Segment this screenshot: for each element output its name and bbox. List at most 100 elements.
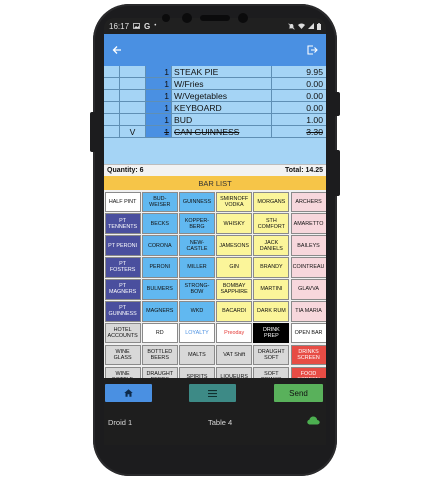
mute-icon	[288, 22, 295, 30]
home-button[interactable]	[105, 384, 152, 402]
app-bar	[104, 34, 326, 66]
order-item: STEAK PIE	[174, 66, 219, 77]
product-button-wine-glass[interactable]: WINE GLASS	[104, 344, 141, 366]
product-button-miller[interactable]: MILLER	[178, 257, 215, 278]
order-price: 9.95	[306, 66, 323, 77]
earpiece	[200, 15, 230, 21]
status-time: 16:17	[109, 21, 130, 31]
product-button-smirnoff-vodka[interactable]: SMIRNOFF VODKA	[216, 191, 253, 213]
order-row[interactable]: 1 BUD 1.00	[104, 114, 326, 126]
product-button-preoday[interactable]: Preoday	[216, 322, 253, 344]
product-button-pt-peroni[interactable]: PT PERONI	[104, 235, 141, 256]
product-button-amaretto[interactable]: AMARETTO	[290, 213, 326, 234]
product-button-wkd[interactable]: WKD	[178, 300, 215, 322]
order-price: 1.00	[306, 114, 323, 125]
product-button-becks[interactable]: BECKS	[141, 213, 178, 234]
product-button-drink-prep[interactable]: DRINK PREP	[253, 322, 290, 344]
product-button-bud-weiser[interactable]: BUD-WEISER	[141, 191, 178, 213]
order-row[interactable]: 1 KEYBOARD 0.00	[104, 102, 326, 114]
order-table: 1 STEAK PIE 9.95 1 W/Fries 0.00 1 W/Vege…	[104, 66, 326, 164]
product-button-strong-bow[interactable]: STRONG-BOW	[178, 279, 215, 300]
product-button-half-pint[interactable]: HALF PINT	[104, 191, 141, 213]
product-button-tia-maria[interactable]: TIA MARIA	[290, 300, 326, 322]
product-button-kopper-berg[interactable]: KOPPER-BERG	[178, 213, 215, 234]
product-button-bulmers[interactable]: BULMERS	[141, 279, 178, 300]
product-button-corona[interactable]: CORONA	[141, 235, 178, 256]
order-row[interactable]: 1 W/Vegetables 0.00	[104, 90, 326, 102]
product-button-guinness[interactable]: GUINNESS	[178, 191, 215, 213]
order-item: W/Fries	[174, 78, 204, 89]
menu-icon	[208, 389, 217, 397]
product-button-loyalty[interactable]: LOYALTY	[178, 322, 215, 344]
footer-bar: Droid 1 Table 4	[104, 407, 326, 443]
product-button-dark-rum[interactable]: DARK RUM	[253, 300, 290, 322]
product-button-pt-tennents[interactable]: PT TENNENTS	[104, 213, 141, 234]
product-button-pt-fosters[interactable]: PT FOSTERS	[104, 257, 141, 278]
battery-icon	[317, 22, 321, 30]
product-button-cointreau[interactable]: COINTREAU	[290, 257, 326, 278]
order-row[interactable]: 1 W/Fries 0.00	[104, 78, 326, 90]
order-row[interactable]: V 1 CAN GUINNESS 3.30	[104, 126, 326, 138]
order-mark	[120, 78, 146, 89]
product-button-morgans[interactable]: MORGANS	[253, 191, 290, 213]
order-item: KEYBOARD	[174, 102, 222, 113]
order-row[interactable]: 1 STEAK PIE 9.95	[104, 66, 326, 78]
product-button-glavva[interactable]: GLAVVA	[290, 279, 326, 300]
section-title[interactable]: BAR LIST	[104, 176, 326, 190]
product-button-hotel-accounts[interactable]: HOTEL ACCOUNTS	[104, 322, 141, 344]
product-button-brandy[interactable]: BRANDY	[253, 257, 290, 278]
product-button-peroni[interactable]: PERONI	[141, 257, 178, 278]
product-button-bombay-sapphire[interactable]: BOMBAY SAPPHIRE	[216, 279, 253, 300]
product-button-pt-magners[interactable]: PT MAGNERS	[104, 279, 141, 300]
logout-icon[interactable]	[307, 45, 318, 55]
product-button-new-castle[interactable]: NEW-CASTLE	[178, 235, 215, 256]
order-mark: V	[120, 126, 146, 137]
order-item: CAN GUINNESS	[174, 126, 240, 137]
product-button-drinks-screen[interactable]: DRINKS SCREEN	[290, 344, 326, 366]
product-button-malts[interactable]: MALTS	[178, 344, 215, 366]
product-button-bacardi[interactable]: BACARDI	[216, 300, 253, 322]
order-qty: 1	[164, 90, 169, 101]
dot-icon: •	[154, 23, 157, 29]
quantity-label: Quantity: 6	[107, 167, 144, 174]
order-mark	[120, 102, 146, 113]
app-screen: 16:17 G • 1 STEAK PIE 9.95 1 W/Fries 0.0…	[104, 18, 326, 445]
order-item: W/Vegetables	[174, 90, 228, 101]
send-button[interactable]: Send	[274, 384, 323, 402]
product-button-jamesons[interactable]: JAMESONS	[216, 235, 253, 256]
product-button-gin[interactable]: GIN	[216, 257, 253, 278]
product-button-open-bar[interactable]: OPEN BAR	[290, 322, 326, 344]
phone-side-button	[90, 112, 96, 152]
product-grid: HALF PINT BUD-WEISER GUINNESS SMIRNOFF VODK…	[104, 190, 326, 388]
product-button-martini[interactable]: MARTINI	[253, 279, 290, 300]
order-price: 3.30	[306, 126, 323, 137]
product-button-vat-shift[interactable]: VAT Shift	[216, 344, 253, 366]
arrow-left-icon[interactable]	[112, 45, 122, 55]
product-button-archers[interactable]: ARCHERS	[290, 191, 326, 213]
sensor-dot	[238, 13, 248, 23]
order-price: 0.00	[306, 102, 323, 113]
product-button-pt-guinness[interactable]: PT GUINNESS	[104, 300, 141, 322]
order-price: 0.00	[306, 90, 323, 101]
phone-side-button	[334, 92, 340, 116]
wifi-icon	[298, 23, 305, 29]
order-qty: 1	[164, 78, 169, 89]
home-icon	[124, 389, 133, 397]
google-icon: G	[144, 21, 151, 31]
image-icon	[133, 23, 140, 29]
menu-button[interactable]	[189, 384, 236, 402]
product-button-bottled-beers[interactable]: BOTTLED BEERS	[141, 344, 178, 366]
product-button-draught-soft[interactable]: DRAUGHT SOFT	[253, 344, 290, 366]
front-camera	[182, 13, 192, 23]
table-name: Table 4	[208, 418, 233, 427]
order-mark	[120, 66, 146, 77]
product-button-whisky[interactable]: WHISKY	[216, 213, 253, 234]
total-label: Total: 14.25	[285, 167, 323, 174]
product-button-baileys[interactable]: BAILEYS	[290, 235, 326, 256]
product-button-magners[interactable]: MAGNERS	[141, 300, 178, 322]
product-button-jack-daniels[interactable]: JACK DANIELS	[253, 235, 290, 256]
order-qty: 1	[164, 114, 169, 125]
product-button-rd[interactable]: RD	[141, 322, 178, 344]
product-button-sth-comfort[interactable]: STH COMFORT	[253, 213, 290, 234]
order-mark	[120, 90, 146, 101]
